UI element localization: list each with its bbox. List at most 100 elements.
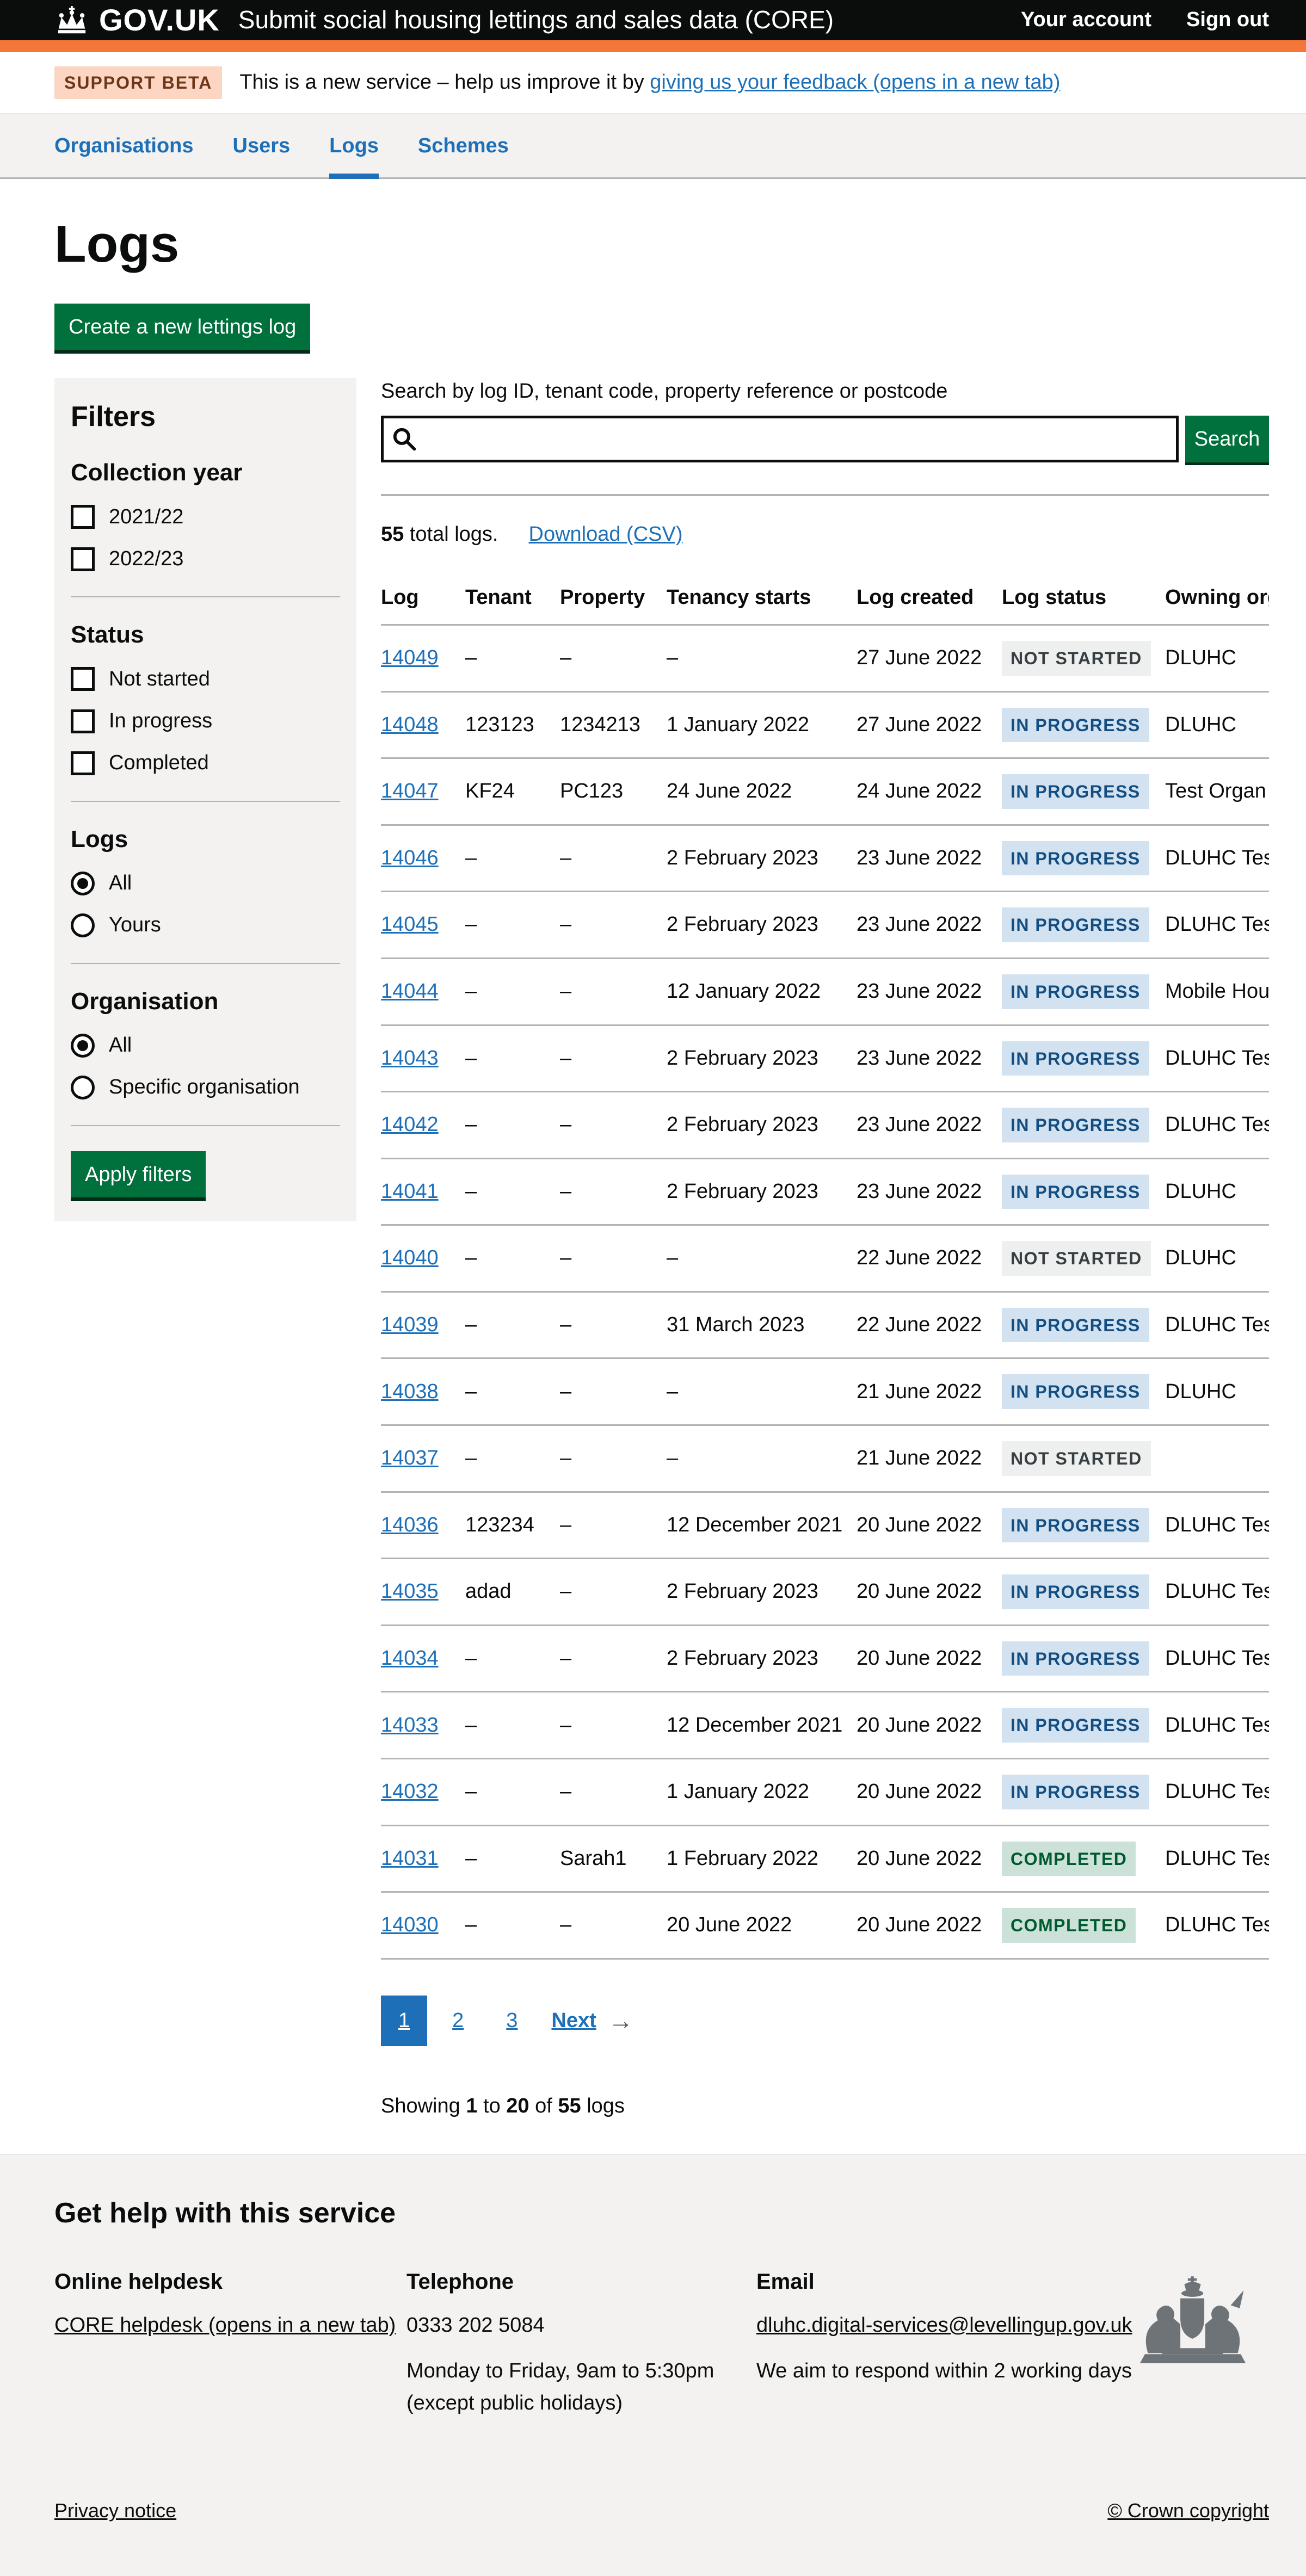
status-tag: IN PROGRESS — [1002, 974, 1149, 1009]
feedback-link[interactable]: giving us your feedback (opens in a new … — [650, 71, 1060, 94]
log-link[interactable]: 14048 — [381, 713, 439, 736]
filter-option: Not started — [71, 666, 340, 693]
log-link[interactable]: 14032 — [381, 1780, 439, 1803]
tab-logs[interactable]: Logs — [329, 133, 379, 179]
owning-organisation-cell: DLUHC Tes — [1165, 1559, 1269, 1626]
property-cell: – — [560, 892, 667, 959]
tenant-cell: – — [465, 1825, 560, 1892]
table-row: 14049–––27 June 2022NOT STARTEDDLUHC — [381, 625, 1269, 691]
checkbox-status-completed[interactable] — [71, 751, 95, 775]
log-link[interactable]: 14045 — [381, 913, 439, 936]
log-link[interactable]: 14031 — [381, 1847, 439, 1870]
create-lettings-log-button[interactable]: Create a new lettings log — [54, 304, 310, 350]
table-row: 14042––2 February 202323 June 2022IN PRO… — [381, 1092, 1269, 1159]
status-tag: IN PROGRESS — [1002, 841, 1149, 876]
footer-link-online-helpdesk[interactable]: CORE helpdesk (opens in a new tab) — [54, 2314, 396, 2337]
log-link[interactable]: 14033 — [381, 1714, 439, 1737]
owning-organisation-cell — [1165, 1425, 1269, 1492]
log-link[interactable]: 14046 — [381, 847, 439, 869]
tenancy-starts-cell: 12 January 2022 — [667, 958, 857, 1025]
log-link[interactable]: 14036 — [381, 1514, 439, 1536]
log-created-cell: 21 June 2022 — [857, 1358, 1002, 1425]
checkbox-status-in-progress[interactable] — [71, 709, 95, 733]
tab-organisations[interactable]: Organisations — [54, 133, 194, 179]
your-account-link[interactable]: Your account — [1021, 7, 1151, 33]
filter-group-label-collection-year: Collection year — [71, 457, 340, 488]
page-title: Logs — [54, 211, 1269, 279]
radio-organisation-specific-organisation[interactable] — [71, 1076, 95, 1099]
property-cell: – — [560, 1292, 667, 1358]
service-name[interactable]: Submit social housing lettings and sales… — [238, 4, 834, 36]
tenancy-starts-cell: 2 February 2023 — [667, 1025, 857, 1092]
property-cell: – — [560, 625, 667, 691]
status-tag: COMPLETED — [1002, 1908, 1136, 1943]
property-cell: Sarah1 — [560, 1825, 667, 1892]
log-status-cell: IN PROGRESS — [1002, 1358, 1165, 1425]
log-link[interactable]: 14040 — [381, 1246, 439, 1269]
checkbox-collection-year-2022-23[interactable] — [71, 547, 95, 571]
log-link[interactable]: 14041 — [381, 1180, 439, 1203]
log-status-cell: IN PROGRESS — [1002, 1625, 1165, 1692]
log-id-cell: 14048 — [381, 691, 465, 758]
radio-logs-yours[interactable] — [71, 913, 95, 937]
download-csv-link[interactable]: Download (CSV) — [529, 523, 683, 546]
apply-filters-button[interactable]: Apply filters — [71, 1151, 206, 1197]
table-row: 14033––12 December 202120 June 2022IN PR… — [381, 1692, 1269, 1759]
log-link[interactable]: 14043 — [381, 1047, 439, 1070]
log-status-cell: IN PROGRESS — [1002, 825, 1165, 892]
tab-users[interactable]: Users — [233, 133, 291, 179]
tenant-cell: – — [465, 1292, 560, 1358]
radio-organisation-all[interactable] — [71, 1034, 95, 1058]
footer-line: 0333 202 5084 — [406, 2312, 756, 2339]
tab-schemes[interactable]: Schemes — [418, 133, 509, 179]
property-cell: – — [560, 1425, 667, 1492]
log-created-cell: 20 June 2022 — [857, 1759, 1002, 1826]
log-link[interactable]: 14038 — [381, 1380, 439, 1403]
log-created-cell: 23 June 2022 — [857, 1092, 1002, 1159]
log-link[interactable]: 14044 — [381, 980, 439, 1003]
tenant-cell: – — [465, 1225, 560, 1292]
log-status-cell: IN PROGRESS — [1002, 758, 1165, 825]
govuk-logotype[interactable]: GOV.UK — [99, 1, 220, 40]
tenancy-starts-cell: 2 February 2023 — [667, 1625, 857, 1692]
privacy-notice-link[interactable]: Privacy notice — [54, 2498, 176, 2524]
radio-logs-all[interactable] — [71, 872, 95, 895]
page-1[interactable]: 1 — [381, 1996, 427, 2046]
tenancy-starts-cell: 1 January 2022 — [667, 691, 857, 758]
owning-organisation-cell: DLUHC Tes — [1165, 1759, 1269, 1826]
log-id-cell: 14049 — [381, 625, 465, 691]
search-input[interactable] — [381, 416, 1179, 462]
log-link[interactable]: 14035 — [381, 1580, 439, 1603]
footer: Get help with this service Online helpde… — [0, 2154, 1306, 2576]
checkbox-status-not-started[interactable] — [71, 667, 95, 691]
owning-organisation-cell: DLUHC — [1165, 625, 1269, 691]
log-link[interactable]: 14042 — [381, 1113, 439, 1136]
log-created-cell: 23 June 2022 — [857, 825, 1002, 892]
filter-group-label-status: Status — [71, 619, 340, 650]
checkbox-collection-year-2021-22[interactable] — [71, 505, 95, 529]
log-link[interactable]: 14047 — [381, 780, 439, 802]
page-3[interactable]: 3 — [489, 1996, 535, 2046]
crown-copyright-link[interactable]: © Crown copyright — [1107, 2498, 1269, 2524]
status-tag: IN PROGRESS — [1002, 1641, 1149, 1676]
search-button[interactable]: Search — [1185, 416, 1269, 462]
tenancy-starts-cell: 2 February 2023 — [667, 1559, 857, 1626]
tenant-cell: – — [465, 1025, 560, 1092]
log-link[interactable]: 14039 — [381, 1313, 439, 1336]
tenancy-starts-cell: 20 June 2022 — [667, 1892, 857, 1959]
log-link[interactable]: 14037 — [381, 1447, 439, 1469]
status-tag: IN PROGRESS — [1002, 1374, 1149, 1409]
log-link[interactable]: 14030 — [381, 1913, 439, 1936]
log-status-cell: NOT STARTED — [1002, 1425, 1165, 1492]
primary-nav: Organisations Users Logs Schemes — [0, 114, 1306, 179]
tenant-cell: – — [465, 1692, 560, 1759]
next-page-link[interactable]: Next — [551, 2007, 596, 2034]
filter-option: 2022/23 — [71, 546, 340, 572]
sign-out-link[interactable]: Sign out — [1186, 7, 1269, 33]
log-link[interactable]: 14049 — [381, 646, 439, 669]
log-created-cell: 20 June 2022 — [857, 1892, 1002, 1959]
log-link[interactable]: 14034 — [381, 1647, 439, 1670]
filter-option: All — [71, 870, 340, 897]
page-2[interactable]: 2 — [435, 1996, 481, 2046]
footer-link-email[interactable]: dluhc.digital-services@levellingup.gov.u… — [756, 2314, 1132, 2337]
